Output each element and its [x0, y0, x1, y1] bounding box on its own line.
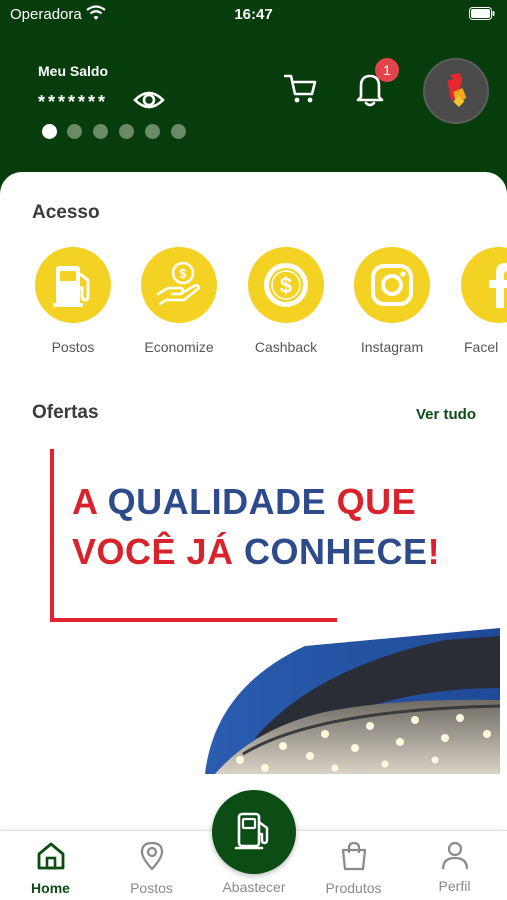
avatar[interactable]	[423, 58, 489, 124]
balance-value: *******	[38, 92, 109, 112]
hand-coin-icon: $	[156, 261, 201, 306]
banner-headline-line-1: A QUALIDADE QUE	[72, 481, 417, 522]
abastecer-fab-button[interactable]	[212, 790, 296, 874]
person-icon	[441, 841, 469, 870]
svg-text:$: $	[280, 273, 292, 298]
shopping-bag-icon	[341, 841, 367, 871]
carousel-dot[interactable]	[119, 124, 134, 139]
nav-label: Produtos	[325, 880, 382, 896]
home-icon	[37, 842, 65, 870]
status-bar: Operadora 16:47	[0, 0, 507, 28]
instagram-icon	[371, 264, 413, 306]
carousel-dot[interactable]	[93, 124, 108, 139]
access-item-economize[interactable]: $ Economize	[124, 247, 234, 362]
access-label: Instagram	[360, 339, 424, 355]
svg-text:$: $	[179, 266, 187, 281]
carousel-dot[interactable]	[42, 124, 57, 139]
access-section-title: Acesso	[32, 202, 100, 223]
carousel-dot[interactable]	[145, 124, 160, 139]
dollar-coin-icon: $	[264, 263, 308, 307]
eye-icon[interactable]	[133, 87, 165, 113]
location-pin-icon	[140, 841, 164, 871]
brand-logo-icon	[447, 73, 467, 107]
offers-section-title: Ofertas	[32, 402, 99, 423]
nav-perfil[interactable]: Perfil	[404, 831, 505, 900]
nav-label: Perfil	[438, 878, 471, 894]
carousel-dot[interactable]	[171, 124, 186, 139]
see-all-link[interactable]: Ver tudo	[416, 406, 476, 423]
cart-icon[interactable]	[284, 73, 318, 105]
access-item-cashback[interactable]: $ Cashback	[231, 247, 341, 362]
access-label: Postos	[51, 339, 95, 355]
access-label: Economize	[144, 339, 214, 355]
nav-postos[interactable]: Postos	[101, 831, 202, 900]
facebook-icon	[489, 263, 507, 308]
access-item-instagram[interactable]: Instagram	[337, 247, 447, 362]
nav-produtos[interactable]: Produtos	[303, 831, 404, 900]
banner-headline-line-2: VOCÊ JÁ CONHECE!	[72, 531, 441, 572]
access-shortcuts[interactable]: Postos $ Economize $ Cashback Instagram …	[0, 247, 507, 367]
nav-label: Home	[31, 880, 70, 896]
notification-badge: 1	[375, 58, 399, 82]
access-item-facebook[interactable]: Facel	[444, 247, 507, 362]
carousel-dot[interactable]	[67, 124, 82, 139]
battery-icon	[469, 7, 495, 20]
access-label: Cashback	[254, 339, 318, 355]
nav-label: Postos	[130, 880, 173, 896]
fuel-pump-icon	[234, 812, 269, 850]
banner-decoration	[50, 449, 54, 622]
access-label: Facel	[464, 339, 499, 355]
status-time: 16:47	[234, 6, 273, 23]
offer-banner[interactable]: A QUALIDADE QUE VOCÊ JÁ CONHECE!	[0, 447, 507, 777]
balance-label: Meu Saldo	[38, 63, 109, 79]
access-item-postos[interactable]: Postos	[18, 247, 128, 362]
nav-home[interactable]: Home	[0, 831, 101, 900]
fuel-pump-icon	[53, 266, 90, 307]
abastecer-label: Abastecer	[222, 879, 286, 895]
gas-station-canopy-image	[205, 628, 500, 774]
banner-decoration	[50, 618, 337, 622]
